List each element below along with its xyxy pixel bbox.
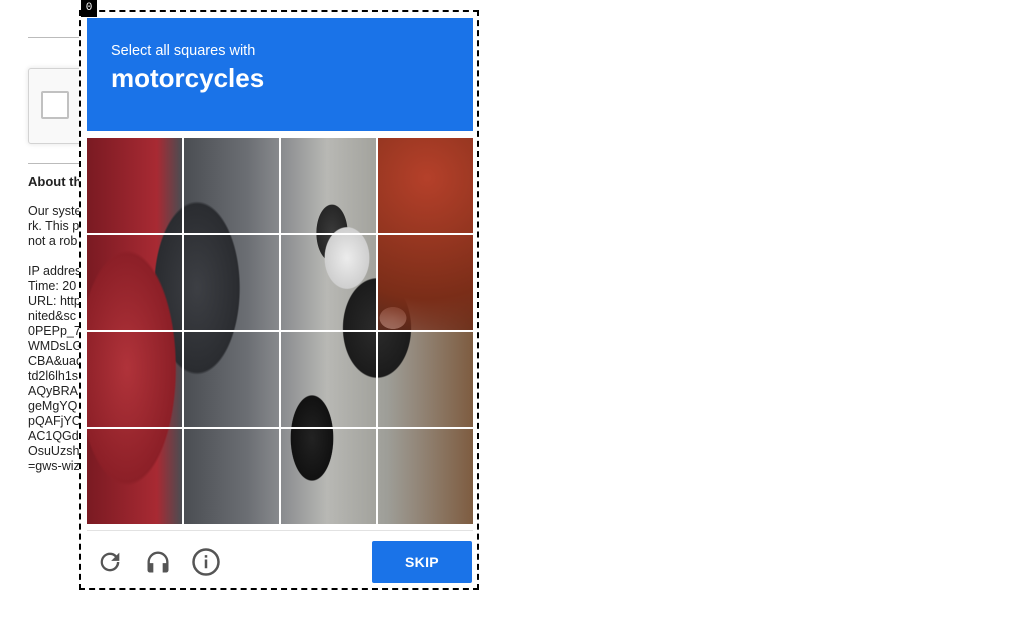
- headphones-icon[interactable]: [142, 546, 174, 578]
- debug-badge: 0: [81, 0, 97, 17]
- image-tile[interactable]: [378, 332, 473, 427]
- about-heading: About th: [28, 174, 82, 189]
- image-tile[interactable]: [281, 138, 376, 233]
- image-tile[interactable]: [87, 332, 182, 427]
- recaptcha-checkbox[interactable]: [41, 91, 69, 119]
- skip-button[interactable]: SKIP: [372, 541, 472, 583]
- instruction-text: Select all squares with: [111, 43, 256, 59]
- image-tile[interactable]: [184, 332, 279, 427]
- image-tile[interactable]: [281, 332, 376, 427]
- reload-icon[interactable]: [94, 546, 126, 578]
- target-object: motorcycles: [111, 63, 265, 93]
- image-tile[interactable]: [184, 138, 279, 233]
- challenge-header: Select all squares with motorcycles: [87, 18, 473, 131]
- image-grid: [87, 138, 473, 524]
- image-tile[interactable]: [281, 429, 376, 524]
- image-tile[interactable]: [184, 235, 279, 330]
- image-tile[interactable]: [184, 429, 279, 524]
- image-tile[interactable]: [87, 235, 182, 330]
- image-tile[interactable]: [378, 429, 473, 524]
- image-tile[interactable]: [378, 138, 473, 233]
- image-tile[interactable]: [87, 429, 182, 524]
- image-tile[interactable]: [281, 235, 376, 330]
- image-tile[interactable]: [378, 235, 473, 330]
- footer-divider: [87, 530, 473, 531]
- image-tile[interactable]: [87, 138, 182, 233]
- info-icon[interactable]: [190, 546, 222, 578]
